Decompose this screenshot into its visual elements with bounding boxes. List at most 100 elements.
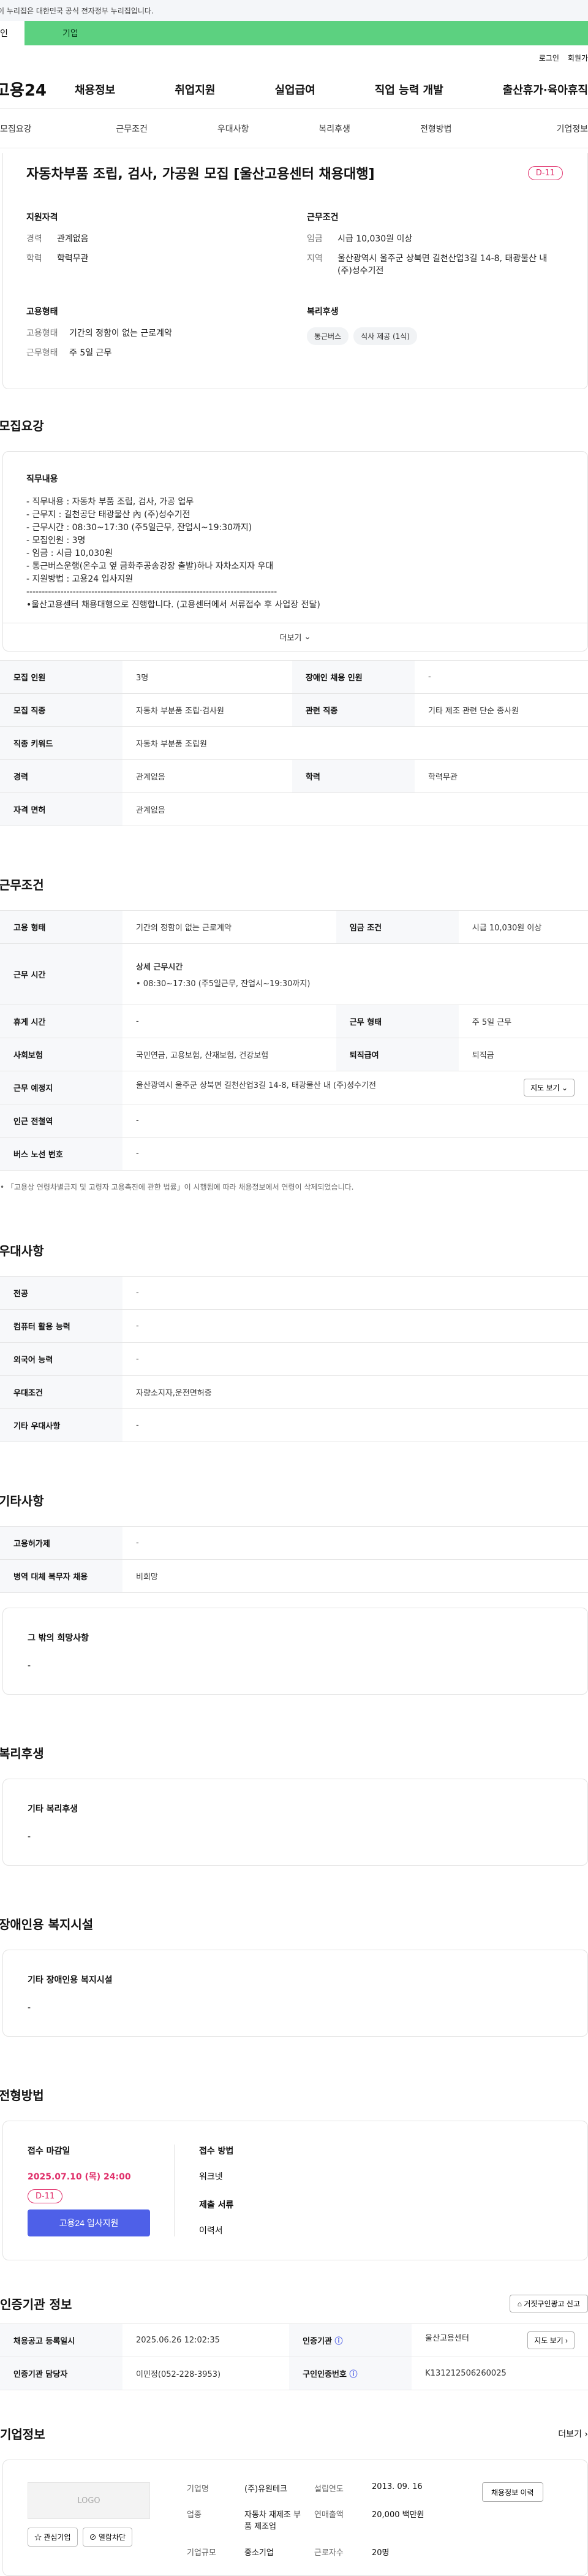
map-view-button[interactable]: 지도 보기 ⌄: [524, 1079, 575, 1096]
info-value: 20명: [372, 2548, 390, 2558]
disabled-box-value: -: [28, 2003, 31, 2013]
table-row: 우대조건 자량소지자,운전면허증: [0, 1375, 588, 1409]
work-type-label: 근무형태: [26, 348, 58, 358]
gnb-leave[interactable]: 출산휴가·육아휴직: [503, 82, 588, 97]
cell-value: 울산고용센터 지도 보기 ›: [412, 2323, 588, 2357]
etc-box-value: -: [28, 1661, 31, 1671]
cert-section-title: 인증기관 정보: [0, 2297, 72, 2312]
favorite-company-button[interactable]: ☆ 관심기업: [28, 2528, 78, 2547]
table-row: 컴퓨터 활용 능력 -: [0, 1309, 588, 1343]
info-key: 근로자수: [314, 2548, 344, 2558]
method-title: 접수 방법: [199, 2146, 234, 2156]
info-key: 기업규모: [187, 2548, 216, 2558]
table-row: 사회보험 국민연금, 고용보험, 산재보험, 건강보험 퇴직급여 퇴직금: [0, 1038, 588, 1071]
gov-notice: 이 누리집은 대한민국 공식 전자정부 누리집입니다.: [0, 6, 154, 15]
education-value: 학력무관: [57, 254, 89, 264]
gnb-unemployment[interactable]: 실업급여: [275, 82, 315, 97]
utility-menu: 로그인 회원가: [0, 45, 588, 70]
block-company-button[interactable]: ⊘ 열람차단: [82, 2528, 133, 2547]
recruit-section-title: 모집요강: [0, 419, 44, 433]
company-more-link[interactable]: 더보기 ›: [558, 2428, 588, 2440]
cell-header: 근무 예정지: [0, 1071, 123, 1104]
time-subtitle: 상세 근무시간: [136, 962, 183, 972]
cell-header: 경력: [0, 759, 123, 793]
tab-company[interactable]: 기업: [24, 21, 588, 45]
star-icon: ☆: [34, 2533, 42, 2542]
report-button[interactable]: ⌂ 거짓구인광고 신고: [509, 2295, 588, 2312]
region-label: 지역: [307, 254, 323, 264]
anchor-pref[interactable]: 우대사항: [183, 123, 284, 135]
tab-individual[interactable]: 인: [0, 21, 24, 45]
cell-header: 휴게 시간: [0, 1005, 123, 1038]
chevron-right-icon: ›: [565, 2336, 568, 2345]
career-label: 경력: [26, 234, 42, 244]
user-type-tabs: 인 기업: [0, 21, 588, 45]
hiring-history-button[interactable]: 채용정보 이력: [482, 2482, 543, 2502]
anchor-company[interactable]: 기업정보: [486, 123, 588, 135]
cell-header: 기타 우대사항: [0, 1408, 123, 1442]
anchor-tabs: 모집요강 근무조건 우대사항 복리후생 전형방법 기업정보: [0, 109, 588, 148]
fav-label: 관심기업: [43, 2533, 71, 2542]
signup-link[interactable]: 회원가: [568, 53, 588, 63]
method-value: 워크넷: [199, 2172, 223, 2182]
cell-header: 우대조건: [0, 1375, 123, 1409]
job-detail-box: 직무내용 - 직무내용 : 자동차 부품 조립, 검사, 가공 업무 - 근무지…: [2, 451, 588, 652]
info-icon[interactable]: ⓘ: [335, 2337, 343, 2346]
gnb-jobs[interactable]: 채용정보: [75, 82, 115, 97]
anchor-welfare[interactable]: 복리후생: [284, 123, 385, 135]
cell-value: 자동차 부분품 조립·검사원: [123, 693, 292, 727]
chevron-down-icon: ⌄: [304, 633, 311, 642]
table-row: 모집 직종 자동차 부분품 조립·검사원 관련 직종 기타 제조 관련 단순 종사원: [0, 693, 588, 727]
anchor-selection[interactable]: 전형방법: [385, 123, 487, 135]
etc-box: 그 밖의 희망사항 -: [2, 1608, 588, 1695]
gnb-training[interactable]: 직업 능력 개발: [375, 82, 443, 97]
table-row: 전공 -: [0, 1276, 588, 1310]
selection-box: 접수 마감일 2025.07.10 (목) 24:00 D-11 고용24 입사…: [2, 2121, 588, 2260]
welfare-section-title: 복리후생: [0, 1746, 44, 1761]
cell-value: 관계없음: [123, 792, 588, 826]
welfare-box-value: -: [28, 1832, 31, 1842]
cell-value: 국민연금, 고용보험, 산재보험, 건강보험: [123, 1038, 336, 1071]
info-icon[interactable]: ⓘ: [349, 2370, 357, 2379]
info-value: 20,000 백만원: [372, 2510, 424, 2520]
cell-header: 모집 인원: [0, 660, 123, 694]
cell-value: -: [123, 1005, 336, 1038]
etc-section-title: 기타사항: [0, 1494, 44, 1508]
table-row: 직종 키워드 자동차 부분품 조립원: [0, 726, 588, 760]
cell-value: 기간의 정함이 없는 근로계약: [123, 910, 336, 944]
cell-value: 자량소지자,운전면허증: [123, 1375, 588, 1409]
cell-header: 컴퓨터 활용 능력: [0, 1309, 123, 1343]
cell-header: 버스 노선 번호: [0, 1137, 123, 1171]
cell-header: 학력: [292, 759, 415, 793]
anchor-work[interactable]: 근무조건: [81, 123, 183, 135]
company-head: 기업정보 더보기 ›: [0, 2425, 588, 2442]
disabled-section-title: 장애인용 복지시설: [0, 1917, 94, 1932]
cell-header: 고용 형태: [0, 910, 123, 944]
apply-button[interactable]: 고용24 입사지원: [28, 2209, 150, 2236]
login-link[interactable]: 로그인: [539, 53, 559, 63]
career-value: 관계없음: [57, 234, 89, 244]
gnb-support[interactable]: 취업지원: [175, 82, 215, 97]
emp-type-label: 고용형태: [26, 329, 58, 338]
org-map-button[interactable]: 지도 보기 ›: [527, 2331, 575, 2349]
selection-section-title: 전형방법: [0, 2088, 44, 2103]
welfare-box-title: 기타 복리후생: [28, 1804, 78, 1814]
table-row: 채용공고 등록일시 2025.06.26 12:02:35 인증기관 ⓘ 울산고용센터…: [0, 2323, 588, 2357]
cell-value: 기타 제조 관련 단순 종사원: [414, 693, 588, 727]
cell-value: 자동차 부분품 조립원: [123, 726, 588, 760]
cell-header: 근무 형태: [336, 1005, 459, 1038]
work-section-title: 근무조건: [0, 878, 44, 892]
site-logo[interactable]: 고용24: [0, 78, 75, 101]
cell-header: 장애인 채용 인원: [292, 660, 415, 694]
recruit-table: 모집 인원 3명 장애인 채용 인원 - 모집 직종 자동차 부분품 조립·검사원 관련 …: [0, 660, 588, 826]
table-row: 모집 인원 3명 장애인 채용 인원 -: [0, 660, 588, 694]
docs-title: 제출 서류: [199, 2200, 234, 2210]
table-row: 인증기관 담당자 이민정(052-228-3953) 구인인증번호 ⓘ K131212…: [0, 2357, 588, 2390]
education-label: 학력: [26, 254, 42, 264]
cell-header: 근무 시간: [0, 943, 123, 1005]
cell-header: 퇴직급여: [336, 1038, 459, 1071]
age-note-text: 「고용상 연령차별금지 및 고령자 고용촉진에 관한 법률」이 시행됨에 따라 …: [6, 1183, 354, 1191]
more-button[interactable]: 더보기 ⌄: [3, 623, 587, 651]
anchor-recruit[interactable]: 모집요강: [0, 123, 81, 135]
company-section-title: 기업정보: [0, 2427, 45, 2442]
